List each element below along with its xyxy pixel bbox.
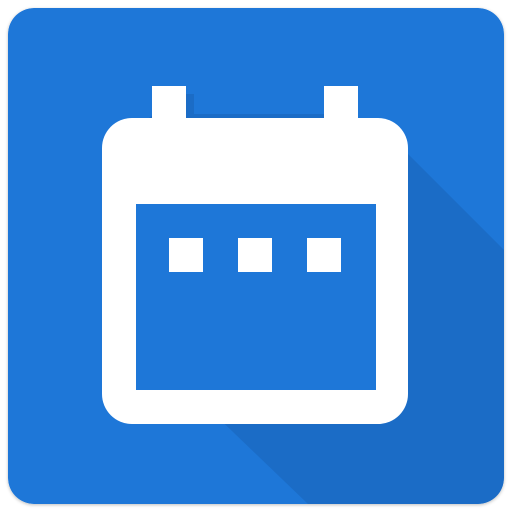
calendar-day-square <box>238 238 272 272</box>
calendar-inner <box>136 204 376 390</box>
calendar-app-icon[interactable] <box>8 8 504 504</box>
calendar-day-square <box>169 238 203 272</box>
calendar-day-square <box>307 238 341 272</box>
calendar-icon <box>8 8 504 504</box>
